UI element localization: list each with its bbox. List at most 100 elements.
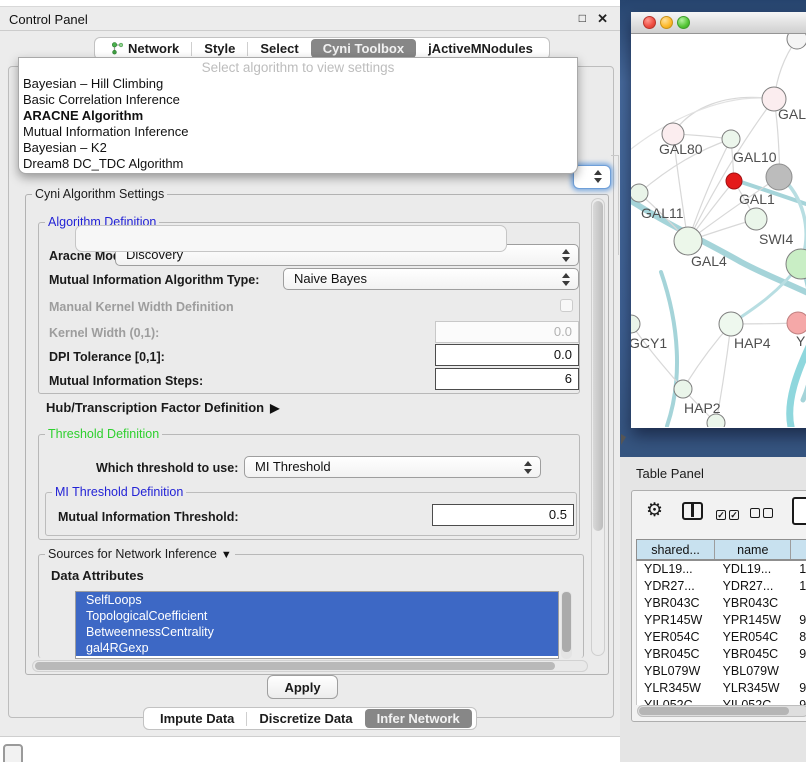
table-row[interactable]: YPR145WYPR145W9. <box>637 612 806 629</box>
tab-style[interactable]: Style <box>192 39 247 58</box>
attributes-vertical-scrollbar[interactable] <box>561 591 572 659</box>
settings-vertical-scrollbar[interactable] <box>591 198 605 656</box>
network-node[interactable] <box>787 34 806 49</box>
tab-discretize-data[interactable]: Discretize Data <box>247 709 364 728</box>
table-cell: 9. <box>792 646 806 663</box>
scrollbar-thumb[interactable] <box>35 662 555 670</box>
unchecked-box-icon <box>763 508 773 518</box>
which-threshold-combo[interactable]: MI Threshold <box>244 456 541 478</box>
tab-impute-data[interactable]: Impute Data <box>148 709 246 728</box>
table-header-row[interactable]: shared...nameA <box>636 539 806 561</box>
network-name-field[interactable] <box>75 225 507 252</box>
combo-value: MI Threshold <box>255 459 331 474</box>
stepper-icon <box>562 248 571 263</box>
settings-horizontal-scrollbar[interactable] <box>32 660 588 672</box>
attribute-item[interactable]: BetweennessCentrality <box>76 624 558 640</box>
table-row[interactable]: YLR345WYLR345W9. <box>637 680 806 697</box>
table-row[interactable]: YBR043CYBR043C <box>637 595 806 612</box>
close-traffic-light-icon[interactable] <box>643 16 656 29</box>
tab-label: Style <box>204 41 235 56</box>
network-node[interactable] <box>787 312 806 334</box>
network-node[interactable] <box>631 315 640 333</box>
group-title: MI Threshold Definition <box>52 485 186 499</box>
network-node[interactable] <box>766 164 792 190</box>
network-node[interactable] <box>745 208 767 230</box>
scrollbar-thumb[interactable] <box>593 201 603 531</box>
tab-select[interactable]: Select <box>248 39 310 58</box>
node-label: GAL10 <box>733 149 777 165</box>
node-label: HAP2 <box>684 400 721 416</box>
manual-kernel-checkbox[interactable] <box>560 299 573 312</box>
algorithm-option[interactable]: Basic Correlation Inference <box>19 92 577 108</box>
scrollbar-thumb[interactable] <box>639 707 789 715</box>
tab-network[interactable]: Network <box>99 39 191 58</box>
tab-label: Cyni Toolbox <box>323 41 404 56</box>
network-node[interactable] <box>722 130 740 148</box>
network-node[interactable] <box>719 312 743 336</box>
apply-button[interactable]: Apply <box>267 675 338 699</box>
float-window-icon[interactable]: □ <box>579 11 586 25</box>
screen: GALGAL80GAL10GAL1GAL11SWI4GAL4GCY1HAP4YH… <box>0 0 806 762</box>
group-title: Cyni Algorithm Settings <box>32 187 167 201</box>
tab-infer-network[interactable]: Infer Network <box>365 709 472 728</box>
table-cell: 9. <box>792 680 806 697</box>
scrollbar-thumb[interactable] <box>562 592 571 652</box>
unselect-all-icon[interactable] <box>750 505 776 523</box>
minimized-panel-icon[interactable] <box>3 744 23 762</box>
table-row[interactable]: YER054CYER054C8. <box>637 629 806 646</box>
attribute-item[interactable]: SelfLoops <box>76 592 558 608</box>
network-node[interactable] <box>631 184 648 202</box>
network-node[interactable] <box>674 380 692 398</box>
tab-jactivemnodules[interactable]: jActiveMNodules <box>416 39 545 58</box>
close-icon[interactable]: ✕ <box>597 11 608 27</box>
algorithm-placeholder: Select algorithm to view settings <box>19 58 577 76</box>
kernel-width-field[interactable]: 0.0 <box>435 321 579 343</box>
table-cell: YIL052C <box>716 697 793 705</box>
column-header[interactable]: name <box>715 540 791 559</box>
algorithm-option[interactable]: Bayesian – Hill Climbing <box>19 76 577 92</box>
network-canvas[interactable]: GALGAL80GAL10GAL1GAL11SWI4GAL4GCY1HAP4YH… <box>631 34 806 427</box>
network-window-titlebar[interactable] <box>631 12 806 34</box>
zoom-traffic-light-icon[interactable] <box>677 16 690 29</box>
minimize-traffic-light-icon[interactable] <box>660 16 673 29</box>
attribute-item[interactable]: gal4RGexp <box>76 640 558 656</box>
mi-steps-field[interactable]: 6 <box>435 368 579 390</box>
table-horizontal-scrollbar[interactable] <box>637 705 806 717</box>
network-node[interactable] <box>786 249 806 279</box>
table-row[interactable]: YBR045CYBR045C9. <box>637 646 806 663</box>
algorithm-options-list: Bayesian – Hill ClimbingBasic Correlatio… <box>19 76 577 172</box>
attribute-item[interactable]: TopologicalCoefficient <box>76 608 558 624</box>
stepper-icon <box>562 272 571 287</box>
columns-icon[interactable] <box>682 502 703 520</box>
tab-cyni-toolbox[interactable]: Cyni Toolbox <box>311 39 416 58</box>
algorithm-option[interactable]: ARACNE Algorithm <box>19 108 577 124</box>
tab-label: jActiveMNodules <box>428 41 533 56</box>
table-row[interactable]: YBL079WYBL079W <box>637 663 806 680</box>
table-panel-body: ⚙ ✓✓ shared...nameA YDL19...YDL19...13YD… <box>631 490 806 722</box>
network-node[interactable] <box>674 227 702 255</box>
algorithm-combo[interactable] <box>573 165 611 189</box>
algorithm-option[interactable]: Bayesian – K2 <box>19 140 577 156</box>
table-cell: YBL079W <box>637 663 716 680</box>
algorithm-option[interactable]: Mutual Information Inference <box>19 124 577 140</box>
table-function-icon[interactable] <box>792 497 806 525</box>
network-window[interactable]: GALGAL80GAL10GAL1GAL11SWI4GAL4GCY1HAP4YH… <box>631 12 806 428</box>
mi-algorithm-type-label: Mutual Information Algorithm Type: <box>49 273 259 287</box>
algorithm-option[interactable]: Dream8 DC_TDC Algorithm <box>19 156 577 172</box>
mi-algorithm-type-combo[interactable]: Naive Bayes <box>283 268 579 290</box>
gear-icon[interactable]: ⚙ <box>646 500 663 522</box>
select-all-icon[interactable]: ✓✓ <box>716 505 742 523</box>
column-header[interactable]: shared... <box>637 540 715 559</box>
table-row[interactable]: YDL19...YDL19...13 <box>637 561 806 578</box>
unchecked-box-icon <box>750 508 760 518</box>
column-header[interactable]: A <box>791 540 806 559</box>
table-row[interactable]: YIL052CYIL052C9. <box>637 697 806 705</box>
table-row[interactable]: YDR27...YDR27...12 <box>637 578 806 595</box>
hub-definition-toggle[interactable]: Hub/Transcription Factor Definition▶ <box>46 400 279 415</box>
network-node[interactable] <box>726 173 742 189</box>
mi-threshold-field[interactable]: 0.5 <box>432 504 574 526</box>
dpi-tolerance-field[interactable]: 0.0 <box>435 344 579 366</box>
sources-toggle[interactable]: Sources for Network Inference▼ <box>45 547 235 561</box>
data-attributes-list[interactable]: SelfLoopsTopologicalCoefficientBetweenne… <box>75 591 559 659</box>
node-label: GAL80 <box>659 141 703 157</box>
